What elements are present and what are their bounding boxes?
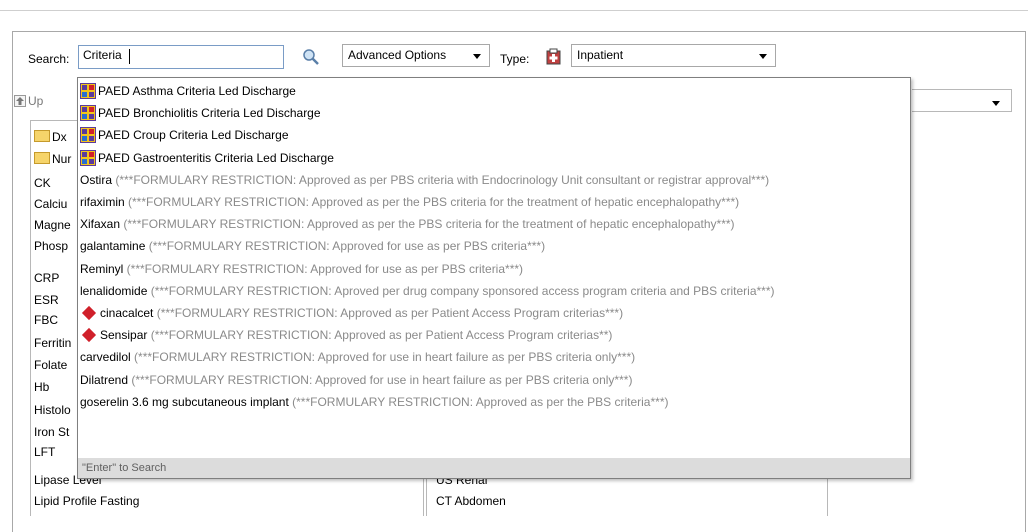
list-item[interactable]: ESR <box>34 293 59 307</box>
order-restriction-note: (***FORMULARY RESTRICTION: Approved for … <box>123 261 524 276</box>
type-select-value: Inpatient <box>577 48 624 62</box>
suggestion-order-item[interactable]: carvedilol (***FORMULARY RESTRICTION: Ap… <box>80 346 635 368</box>
list-item[interactable]: CRP <box>34 271 59 285</box>
top-divider <box>0 10 1028 11</box>
list-item[interactable]: FBC <box>34 313 58 327</box>
order-name: cinacalcet <box>100 306 154 320</box>
order-name: goserelin 3.6 mg subcutaneous implant <box>80 394 289 409</box>
order-name: Xifaxan <box>80 217 121 232</box>
list-item[interactable]: Lipid Profile Fasting <box>34 494 139 508</box>
careset-icon <box>80 83 96 99</box>
list-item[interactable]: Calciu <box>34 197 67 211</box>
list-item[interactable]: Magne <box>34 218 71 232</box>
type-label: Type: <box>500 52 530 66</box>
list-item[interactable]: LFT <box>34 445 55 459</box>
suggestion-label: PAED Bronchiolitis Criteria Led Discharg… <box>98 106 321 121</box>
order-restriction-note: (***FORMULARY RESTRICTION: Aproved per d… <box>147 283 775 298</box>
suggestion-label: PAED Croup Criteria Led Discharge <box>98 128 289 143</box>
list-item[interactable]: Hb <box>34 380 49 394</box>
suggestion-order-item[interactable]: lenalidomide (***FORMULARY RESTRICTION: … <box>80 280 775 302</box>
order-restriction-note: (***FORMULARY RESTRICTION: Approved for … <box>130 350 636 365</box>
suggestion-careset-item[interactable]: PAED Bronchiolitis Criteria Led Discharg… <box>80 102 321 124</box>
restriction-diamond-icon <box>81 328 97 343</box>
careset-icon <box>80 149 96 166</box>
list-item[interactable]: Iron St <box>34 425 69 439</box>
list-item[interactable]: CT Abdomen <box>436 494 506 508</box>
search-input[interactable]: Criteria <box>78 45 284 69</box>
inpatient-type-icon <box>546 48 561 65</box>
list-item[interactable]: Dx <box>34 130 67 144</box>
up-button[interactable]: Up <box>28 94 43 108</box>
order-restriction-note: (***FORMULARY RESTRICTION: Approved as p… <box>112 172 770 187</box>
text-caret <box>129 49 130 64</box>
list-item[interactable]: Ferritin <box>34 336 71 350</box>
order-name: Reminyl <box>80 261 124 276</box>
suggestion-label: PAED Asthma Criteria Led Discharge <box>98 84 296 98</box>
restriction-diamond-icon <box>81 305 97 321</box>
order-name: lenalidomide <box>80 283 148 298</box>
order-name: rifaximin <box>80 195 125 209</box>
careset-icon <box>80 105 96 122</box>
list-item[interactable]: CK <box>34 176 51 190</box>
order-name: carvedilol <box>80 350 131 365</box>
list-item[interactable]: Histolo <box>34 403 71 417</box>
chevron-down-icon <box>473 54 481 59</box>
suggestion-order-item[interactable]: rifaximin (***FORMULARY RESTRICTION: App… <box>80 191 739 213</box>
suggestion-order-item[interactable]: Sensipar (***FORMULARY RESTRICTION: Appr… <box>80 324 612 346</box>
order-name: Ostira <box>80 172 113 187</box>
order-restriction-note: (***FORMULARY RESTRICTION: Approved as p… <box>288 394 669 409</box>
up-arrow-icon <box>14 95 26 107</box>
list-item[interactable]: Phosp <box>34 239 68 253</box>
order-restriction-note: (***FORMULARY RESTRICTION: Approved for … <box>145 239 546 254</box>
search-suggestions-dropdown: PAED Asthma Criteria Led Discharge PAED B… <box>77 77 911 479</box>
suggestion-order-item[interactable]: galantamine (***FORMULARY RESTRICTION: A… <box>80 235 545 257</box>
suggestion-careset-item[interactable]: PAED Asthma Criteria Led Discharge <box>80 80 296 102</box>
list-item[interactable]: Folate <box>34 358 67 372</box>
suggestion-order-item[interactable]: Reminyl (***FORMULARY RESTRICTION: Appro… <box>80 258 523 280</box>
suggestion-order-item[interactable]: cinacalcet (***FORMULARY RESTRICTION: Ap… <box>80 302 623 324</box>
advanced-options-dropdown[interactable]: Advanced Options <box>342 44 490 67</box>
careset-icon <box>80 127 96 144</box>
order-restriction-note: (***FORMULARY RESTRICTION: Approved as p… <box>124 195 740 209</box>
search-label: Search: <box>28 52 70 66</box>
suggestion-careset-item[interactable]: PAED Croup Criteria Led Discharge <box>80 124 289 146</box>
advanced-options-label: Advanced Options <box>348 48 447 62</box>
order-name: Dilatrend <box>80 372 129 387</box>
order-restriction-note: (***FORMULARY RESTRICTION: Approved as p… <box>153 306 624 320</box>
type-select[interactable]: Inpatient <box>571 44 776 67</box>
suggestion-order-item[interactable]: goserelin 3.6 mg subcutaneous implant (*… <box>80 391 668 413</box>
list-item[interactable]: Nur <box>34 152 71 166</box>
chevron-down-icon <box>992 101 1000 106</box>
suggestion-order-item[interactable]: Dilatrend (***FORMULARY RESTRICTION: App… <box>80 369 632 391</box>
order-restriction-note: (***FORMULARY RESTRICTION: Approved as p… <box>147 328 613 343</box>
chevron-down-icon <box>759 54 767 59</box>
order-name: Sensipar <box>100 328 148 343</box>
order-name: galantamine <box>80 239 146 254</box>
order-restriction-note: (***FORMULARY RESTRICTION: Approved as p… <box>120 217 735 232</box>
search-icon[interactable] <box>302 48 320 66</box>
order-restriction-note: (***FORMULARY RESTRICTION: Approved for … <box>128 372 633 387</box>
suggestion-careset-item[interactable]: PAED Gastroenteritis Criteria Led Discha… <box>80 147 334 169</box>
suggestion-label: PAED Gastroenteritis Criteria Led Discha… <box>98 150 334 165</box>
enter-to-search-hint[interactable]: "Enter" to Search <box>78 458 910 478</box>
folder-icon <box>34 130 50 142</box>
suggestion-order-item[interactable]: Xifaxan (***FORMULARY RESTRICTION: Appro… <box>80 213 735 235</box>
suggestion-order-item[interactable]: Ostira (***FORMULARY RESTRICTION: Approv… <box>80 169 769 191</box>
folder-icon <box>34 152 50 164</box>
